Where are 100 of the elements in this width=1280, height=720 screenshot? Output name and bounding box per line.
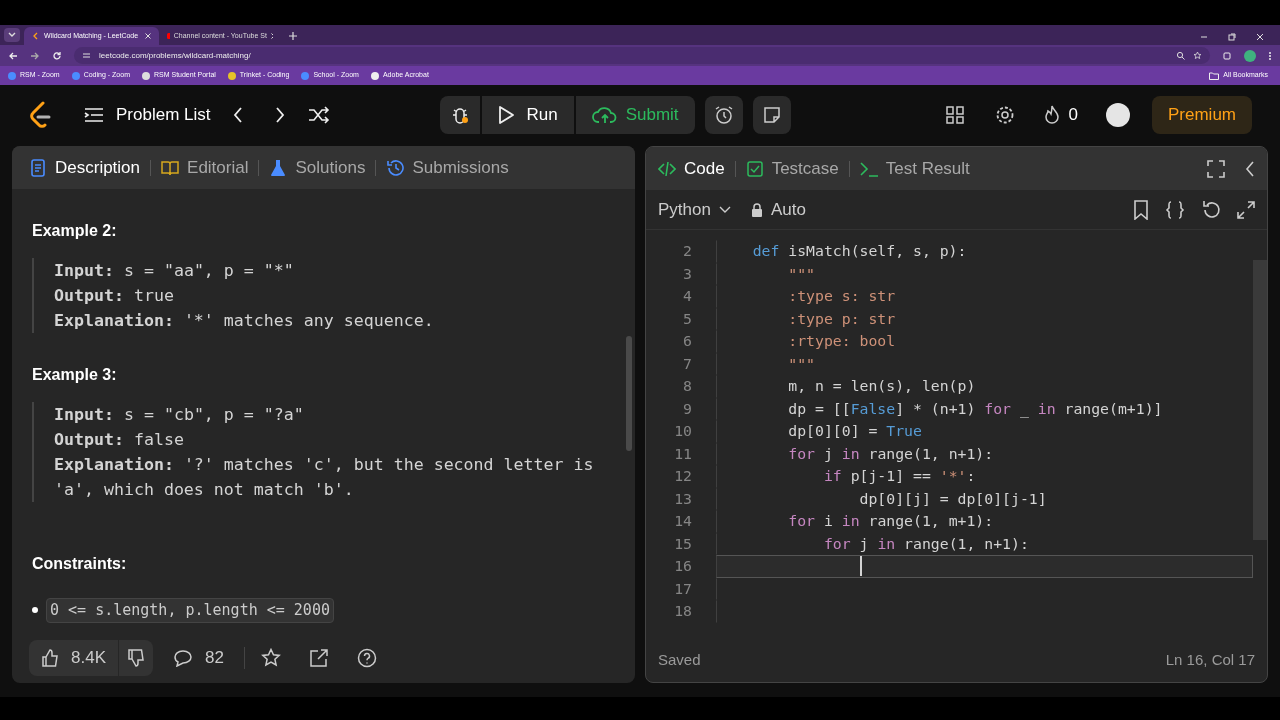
code-line: if p[j-1] == '*': <box>822 466 976 487</box>
layout-icon[interactable] <box>944 105 965 125</box>
url-text: leetcode.com/problems/wildcard-matching/ <box>99 49 251 62</box>
line-number: 6 <box>682 331 693 352</box>
example-line: Explanation: '*' matches any sequence. <box>54 310 435 332</box>
settings-icon[interactable] <box>994 105 1015 125</box>
code-line: dp[0][0] = True <box>787 421 922 442</box>
problem-list-link[interactable]: Problem List <box>84 102 211 128</box>
menu-icon[interactable] <box>1268 50 1272 61</box>
cursor-position: Ln 16, Col 17 <box>1165 649 1255 670</box>
line-number: 11 <box>673 443 693 464</box>
timer-button[interactable] <box>704 96 743 134</box>
star-icon[interactable] <box>260 648 281 668</box>
book-icon <box>161 158 180 177</box>
panel-tab[interactable]: Description <box>29 154 141 181</box>
streak-count: 0 <box>1068 104 1078 127</box>
forward-icon[interactable] <box>30 50 40 61</box>
video-site-icon <box>167 32 170 40</box>
comments-button[interactable]: 82 <box>169 645 228 671</box>
premium-button[interactable]: Premium <box>1152 96 1252 134</box>
speech-bubble-icon <box>173 649 193 667</box>
note-icon <box>762 106 781 124</box>
back-icon[interactable] <box>8 50 18 61</box>
help-icon[interactable] <box>356 648 377 668</box>
example-heading: Example 3: <box>32 365 118 385</box>
line-number: 16 <box>673 556 693 577</box>
fullscreen-icon[interactable] <box>1207 159 1225 178</box>
alarm-clock-icon <box>713 105 734 125</box>
reload-icon[interactable] <box>52 50 62 61</box>
notes-button[interactable] <box>752 96 791 134</box>
share-icon[interactable] <box>308 648 329 668</box>
run-button[interactable]: Run <box>482 96 574 134</box>
example-heading: Example 2: <box>32 221 118 241</box>
bullet-icon <box>32 607 38 614</box>
restore-icon[interactable] <box>1228 33 1236 41</box>
panel-tab[interactable]: Test Result <box>859 155 970 182</box>
flask-icon <box>269 158 288 177</box>
minimize-icon[interactable] <box>1200 33 1208 41</box>
line-number: 5 <box>682 308 693 329</box>
mode-label[interactable]: Auto <box>770 196 806 223</box>
panel-tab[interactable]: Submissions <box>386 154 509 181</box>
lock-icon <box>750 202 763 217</box>
line-number: 8 <box>682 376 693 397</box>
terminal-icon <box>859 159 878 178</box>
reset-icon[interactable] <box>1201 199 1221 220</box>
panel-tab[interactable]: Testcase <box>745 155 839 182</box>
address-bar[interactable]: leetcode.com/problems/wildcard-matching/ <box>74 47 1210 64</box>
language-dropdown[interactable]: Python <box>658 196 731 223</box>
braces-icon[interactable] <box>1165 199 1185 220</box>
close-icon[interactable] <box>270 33 273 39</box>
example-line: Explanation: '?' matches 'c', but the second letter is 'a', which does not match 'b'. <box>54 454 595 501</box>
bookmark-favicon <box>301 71 310 80</box>
bookmark-favicon <box>227 71 236 80</box>
panel-tab[interactable]: Code <box>658 155 725 182</box>
line-number: 4 <box>682 286 693 307</box>
code-line: for j in range(1, n+1): <box>822 533 1029 554</box>
list-icon <box>84 107 104 123</box>
submit-button[interactable]: Submit <box>575 96 695 134</box>
document-icon <box>29 158 47 177</box>
zoom-icon[interactable] <box>1176 51 1185 60</box>
folder-icon <box>1209 71 1220 80</box>
bookmark-icon[interactable] <box>1133 199 1149 220</box>
bookmark-favicon <box>71 71 80 80</box>
expand-icon[interactable] <box>1237 200 1255 219</box>
code-line: for j in range(1, n+1): <box>787 443 994 464</box>
line-number: 13 <box>673 488 693 509</box>
thumbs-down-icon <box>127 649 145 667</box>
bookmark-favicon <box>141 71 150 80</box>
next-icon[interactable] <box>274 106 287 124</box>
thumbs-up-icon <box>41 649 59 667</box>
line-number: 3 <box>682 263 693 284</box>
flame-icon <box>1042 105 1061 125</box>
shuffle-icon[interactable] <box>308 106 331 124</box>
text-cursor <box>859 556 862 577</box>
debug-button[interactable] <box>440 96 481 134</box>
extensions-icon[interactable] <box>1222 50 1232 61</box>
star-icon[interactable] <box>1193 51 1202 60</box>
code-line: dp[0][j] = dp[0][j-1] <box>858 488 1047 509</box>
collapse-icon[interactable] <box>1245 159 1255 178</box>
tab-menu-button[interactable] <box>4 28 20 42</box>
logo-icon[interactable] <box>28 101 52 129</box>
code-line: """ <box>787 263 815 284</box>
play-icon <box>498 106 515 124</box>
line-number: 2 <box>682 241 693 262</box>
line-number: 14 <box>673 511 693 532</box>
constraints-heading: Constraints: <box>32 554 128 574</box>
line-number: 18 <box>673 601 693 622</box>
user-avatar[interactable] <box>1106 103 1130 127</box>
close-icon[interactable] <box>1256 33 1264 41</box>
code-icon <box>658 159 676 178</box>
close-icon[interactable] <box>145 33 151 39</box>
code-line: :type s: str <box>787 286 896 307</box>
previous-icon[interactable] <box>232 106 245 124</box>
panel-tab[interactable]: Solutions <box>269 154 366 181</box>
code-line: :rtype: bool <box>787 331 896 352</box>
cloud-upload-icon <box>591 105 618 125</box>
new-tab-icon[interactable] <box>289 32 297 40</box>
bookmark-favicon <box>8 71 16 80</box>
panel-tab[interactable]: Editorial <box>161 154 249 181</box>
profile-avatar[interactable] <box>1244 49 1256 62</box>
